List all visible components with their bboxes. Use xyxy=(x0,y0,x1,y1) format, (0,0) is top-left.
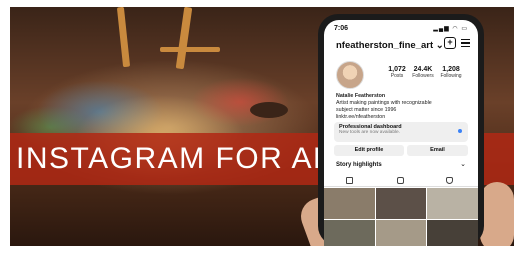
easel-crossbar xyxy=(160,47,220,52)
bio-line: subject matter since 1996 xyxy=(336,107,397,113)
stat-following[interactable]: 1,208 Following xyxy=(436,66,466,79)
status-time: 7:06 xyxy=(334,25,349,32)
post-grid xyxy=(324,188,478,246)
stat-label: Followers xyxy=(412,73,434,79)
stat-label: Following xyxy=(440,73,462,79)
profile-tabs xyxy=(324,175,478,187)
reels-icon[interactable] xyxy=(397,177,404,184)
menu-icon[interactable] xyxy=(461,39,470,49)
edit-profile-button[interactable]: Edit profile xyxy=(334,145,404,156)
easel-leg xyxy=(116,7,131,68)
post-thumbnail[interactable] xyxy=(375,188,427,219)
status-icons: ▂▄▆ ◠ ▭ xyxy=(433,26,468,32)
story-highlights-label[interactable]: Story highlights xyxy=(336,162,382,168)
post-thumbnail[interactable] xyxy=(324,188,375,219)
email-button[interactable]: Email xyxy=(407,145,468,156)
stat-followers[interactable]: 24.4K Followers xyxy=(408,66,438,79)
post-thumbnail[interactable] xyxy=(427,188,478,219)
username-text: nfeatherston_fine_art xyxy=(336,40,434,51)
new-post-icon[interactable]: + xyxy=(444,37,456,49)
tagged-icon[interactable] xyxy=(446,177,453,184)
stat-value: 24.4K xyxy=(413,66,433,73)
post-thumbnail[interactable] xyxy=(427,220,478,246)
profile-bio: Natalie Featherston Artist making painti… xyxy=(336,93,456,121)
stat-value: 1,208 xyxy=(442,66,460,73)
hand-right xyxy=(480,182,514,246)
smartphone: 7:06 ▂▄▆ ◠ ▭ nfeatherston_fine_art ⌄ + 1… xyxy=(318,14,484,246)
dashboard-subtitle: New tools are now available. xyxy=(339,130,401,135)
professional-dashboard[interactable]: Professional dashboard New tools are now… xyxy=(334,122,468,142)
avatar[interactable] xyxy=(336,61,364,89)
post-thumbnail[interactable] xyxy=(324,220,375,246)
instagram-profile-screen: 7:06 ▂▄▆ ◠ ▭ nfeatherston_fine_art ⌄ + 1… xyxy=(324,20,478,246)
bio-name: Natalie Featherston xyxy=(336,93,386,99)
bio-link[interactable]: linktr.ee/nfeatherston xyxy=(336,114,456,121)
grid-icon[interactable] xyxy=(346,177,353,184)
chevron-down-icon[interactable]: ⌄ xyxy=(460,160,466,168)
chevron-down-icon: ⌄ xyxy=(435,40,444,51)
profile-username[interactable]: nfeatherston_fine_art ⌄ xyxy=(336,40,444,51)
notification-dot xyxy=(458,129,462,133)
palette-thumb-hole xyxy=(250,102,288,118)
bio-line: Artist making paintings with recognizabl… xyxy=(336,100,432,106)
post-thumbnail[interactable] xyxy=(375,220,427,246)
easel-leg xyxy=(175,7,193,70)
